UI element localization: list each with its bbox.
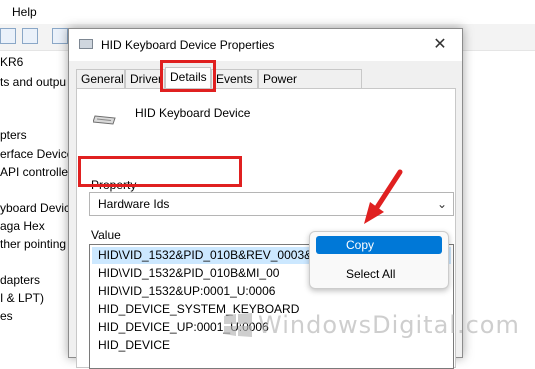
tree-item[interactable]: API controlle	[0, 165, 68, 179]
device-name: HID Keyboard Device	[135, 106, 251, 120]
tree-item[interactable]: dapters	[0, 273, 40, 287]
close-button[interactable]: ✕	[430, 35, 450, 55]
list-item[interactable]: HID_DEVICE	[98, 338, 170, 352]
list-item[interactable]: HID\VID_1532&UP:0001_U:0006	[98, 284, 275, 298]
context-menu: Copy Select All	[309, 231, 449, 289]
tab-driver[interactable]: Driver	[125, 69, 165, 88]
tree-item[interactable]: ts and outpu	[0, 75, 66, 89]
value-label: Value	[91, 228, 121, 242]
chevron-down-icon: ⌄	[436, 197, 447, 211]
tree-item[interactable]: ther pointing	[0, 237, 66, 251]
watermark-text: WindowsDigital.com	[258, 311, 520, 339]
menu-item-select-all[interactable]: Select All	[316, 265, 442, 283]
menu-item-label: Copy	[346, 238, 375, 252]
device-title-icon	[79, 39, 93, 49]
watermark: WindowsDigital.com	[224, 307, 524, 341]
tree-item[interactable]: es	[0, 309, 13, 323]
menu-item-copy[interactable]: Copy	[316, 236, 442, 254]
details-tab-highlight	[160, 60, 216, 92]
menu-help[interactable]: Help	[12, 5, 37, 19]
tree-item[interactable]: pters	[0, 128, 27, 142]
windows-logo-icon	[224, 313, 252, 337]
tree-item[interactable]: aga Hex	[0, 219, 45, 233]
property-highlight	[78, 156, 242, 187]
tree-item[interactable]: I & LPT)	[0, 291, 44, 305]
tree-item[interactable]: erface Device	[0, 147, 73, 161]
keyboard-icon	[93, 115, 116, 125]
dialog-title: HID Keyboard Device Properties	[101, 38, 275, 52]
red-arrow-icon	[364, 169, 403, 224]
title-bar[interactable]: HID Keyboard Device Properties ✕	[69, 29, 462, 61]
tab-events[interactable]: Events	[211, 69, 258, 88]
scan-toolbar-icon[interactable]	[52, 28, 68, 44]
tree-item[interactable]: KR6	[0, 55, 23, 69]
list-item[interactable]: HID\VID_1532&PID_010B&MI_00	[98, 266, 279, 280]
menu-bar: Help	[0, 0, 535, 24]
property-selected-value: Hardware Ids	[98, 197, 170, 211]
help-toolbar-icon[interactable]	[0, 28, 16, 44]
menu-item-label: Select All	[346, 267, 396, 281]
view-toolbar-icon[interactable]	[22, 28, 38, 44]
tab-general[interactable]: General	[76, 69, 125, 88]
tab-power-management[interactable]: Power Management	[258, 69, 362, 104]
tree-item[interactable]: yboard Devic	[0, 201, 70, 215]
